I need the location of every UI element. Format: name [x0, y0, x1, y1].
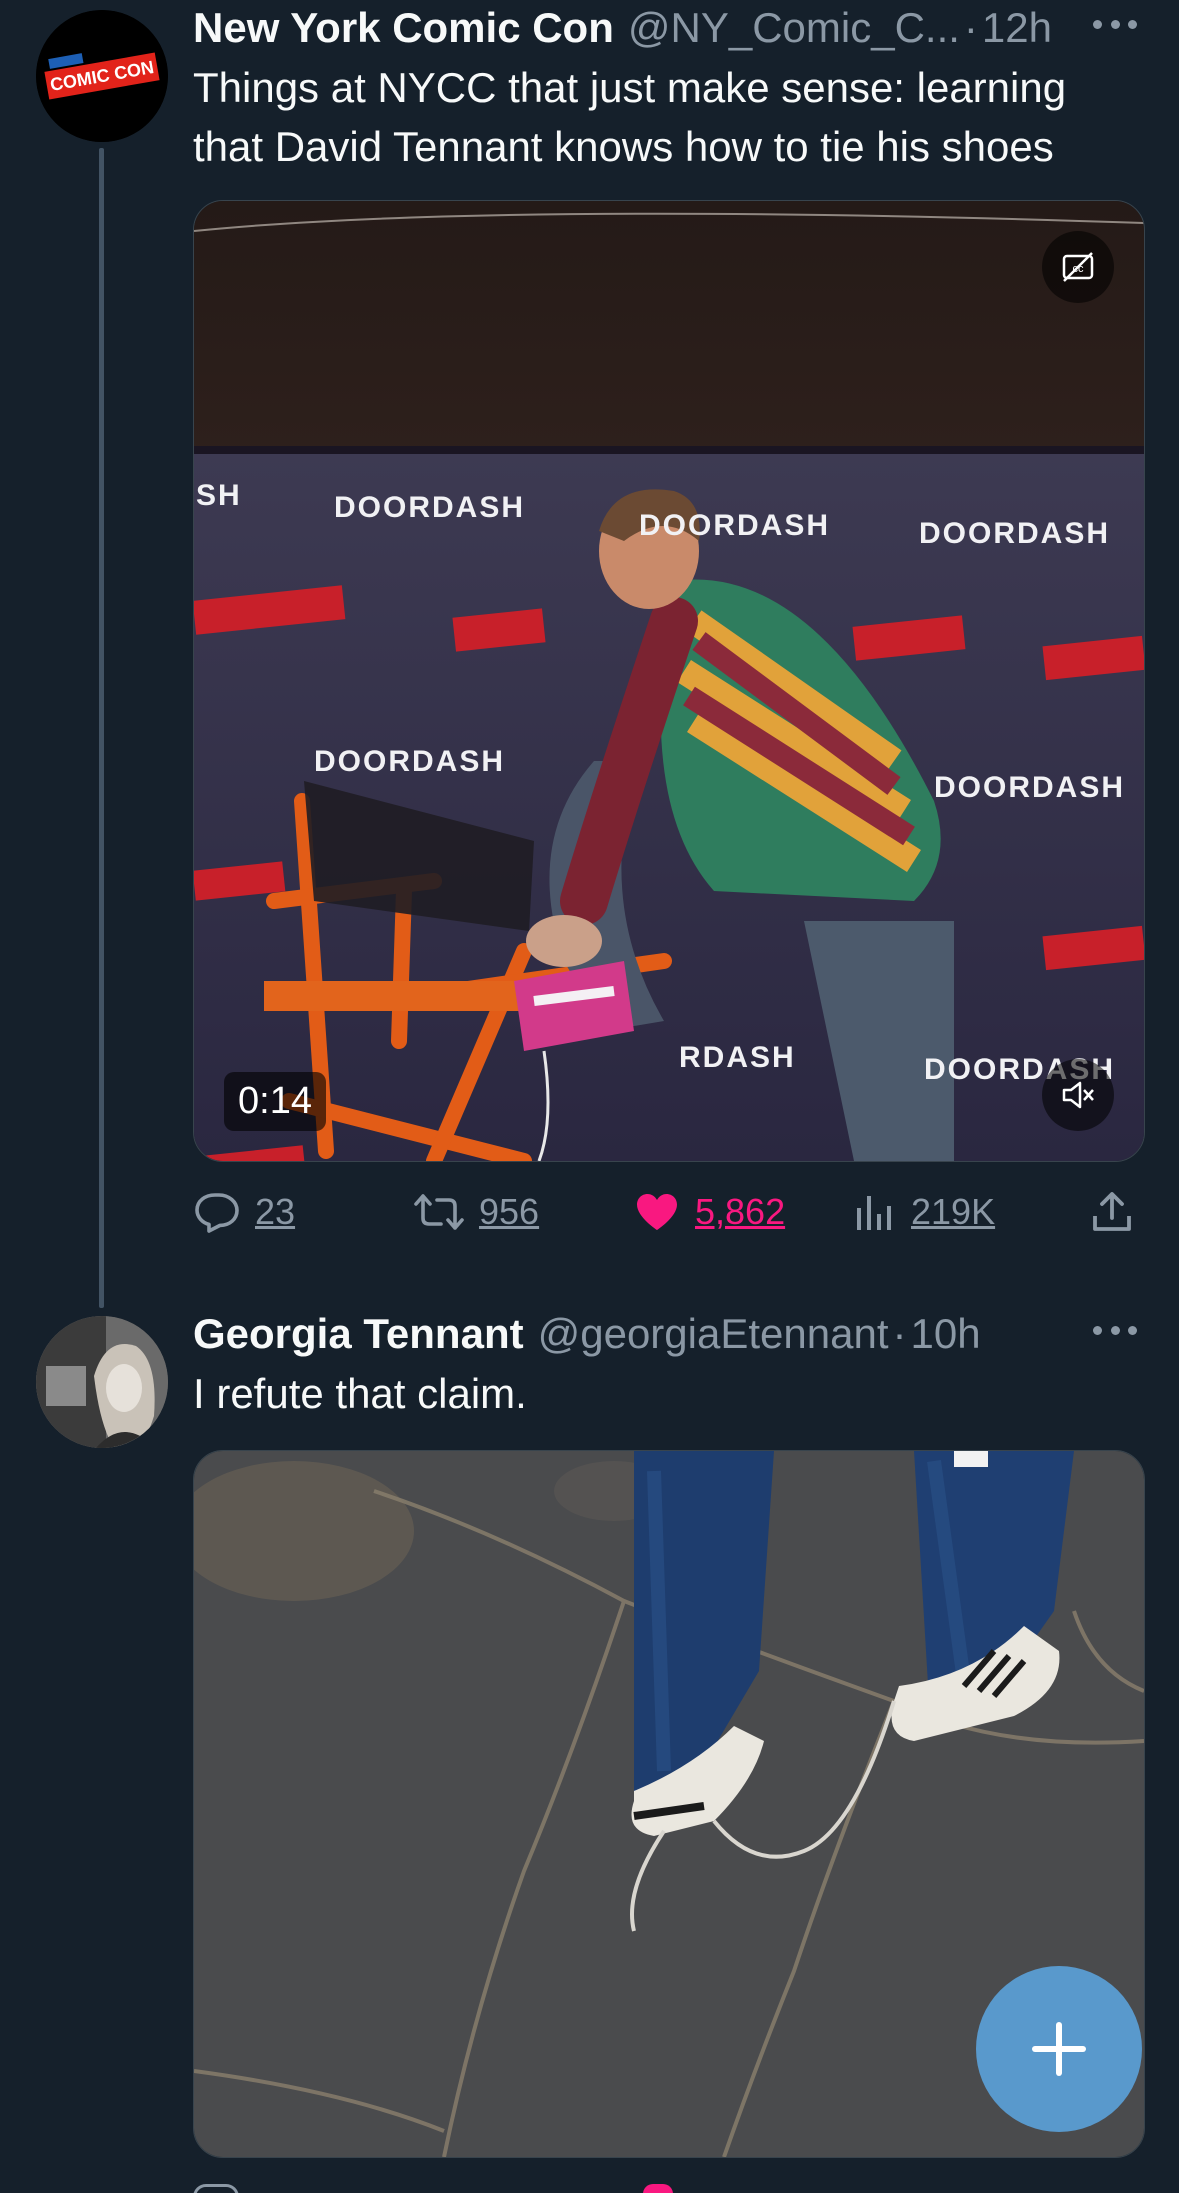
next-action-row-peek	[193, 2180, 1143, 2193]
author-handle[interactable]: @georgiaEtennant	[538, 1310, 889, 1358]
captions-off-icon[interactable]: cc	[1042, 231, 1114, 303]
tweet-text: Things at NYCC that just make sense: lea…	[193, 58, 1143, 176]
separator-dot: ·	[963, 4, 978, 51]
tweet-georgia[interactable]: Georgia Tennant @georgiaEtennant · 10h I…	[193, 1306, 1143, 1423]
tweet-time[interactable]: 12h	[982, 4, 1052, 52]
reply-button[interactable]: 23	[193, 1188, 295, 1236]
share-button[interactable]	[1088, 1188, 1136, 1236]
views-icon	[857, 1196, 891, 1230]
banner-text: DOORDASH	[334, 491, 526, 524]
tweet-text-line: Things at NYCC that just make sense: lea…	[193, 64, 1067, 111]
georgia-avatar[interactable]	[36, 1316, 168, 1448]
mute-icon[interactable]	[1042, 1059, 1114, 1131]
retweet-button[interactable]: 956	[413, 1188, 539, 1236]
tweet-time[interactable]: 10h	[910, 1310, 980, 1358]
banner-text: SH	[196, 479, 242, 512]
banner-text: DOORDASH	[639, 509, 831, 542]
reply-count: 23	[255, 1191, 296, 1232]
banner-text: DOORDASH	[919, 517, 1111, 550]
author-name[interactable]: New York Comic Con	[193, 4, 614, 52]
compose-button[interactable]	[976, 1966, 1142, 2132]
retweet-icon	[414, 1194, 464, 1230]
views-count: 219K	[911, 1191, 996, 1232]
tweet-actions: 23 956 5,862 219K	[193, 1182, 1143, 1242]
separator-dot: ·	[892, 1310, 907, 1357]
heart-icon	[637, 1194, 677, 1230]
tweet-text: I refute that claim.	[193, 1370, 527, 1417]
tweet-nycc[interactable]: New York Comic Con @NY_Comic_C... · 12h …	[193, 0, 1143, 176]
retweet-count: 956	[479, 1191, 540, 1232]
svg-text:cc: cc	[1073, 263, 1085, 275]
share-icon	[1093, 1192, 1131, 1231]
compose-plus-icon	[1032, 2022, 1086, 2076]
author-name[interactable]: Georgia Tennant	[193, 1310, 524, 1358]
thread-connector-line	[99, 148, 104, 1308]
banner-text: DOORDASH	[314, 745, 506, 778]
tweet-text-line: that David Tennant knows how to tie his …	[193, 123, 1054, 170]
more-icon[interactable]	[1093, 1320, 1137, 1340]
like-count: 5,862	[695, 1191, 786, 1232]
video-duration: 0:14	[224, 1072, 326, 1131]
reply-icon	[195, 1193, 239, 1233]
more-icon[interactable]	[1093, 14, 1137, 34]
tweet-video[interactable]: SH DOORDASH DOORDASH DOORDASH DOORDASH D…	[193, 200, 1145, 1162]
views-button[interactable]: 219K	[853, 1188, 995, 1236]
video-frame	[194, 201, 1144, 1161]
banner-text: RDASH	[679, 1041, 796, 1074]
like-button[interactable]: 5,862	[633, 1188, 785, 1236]
nycc-avatar[interactable]: COMIC CON	[36, 10, 168, 142]
author-handle[interactable]: @NY_Comic_C...	[628, 4, 960, 52]
banner-text: DOORDASH	[934, 771, 1126, 804]
